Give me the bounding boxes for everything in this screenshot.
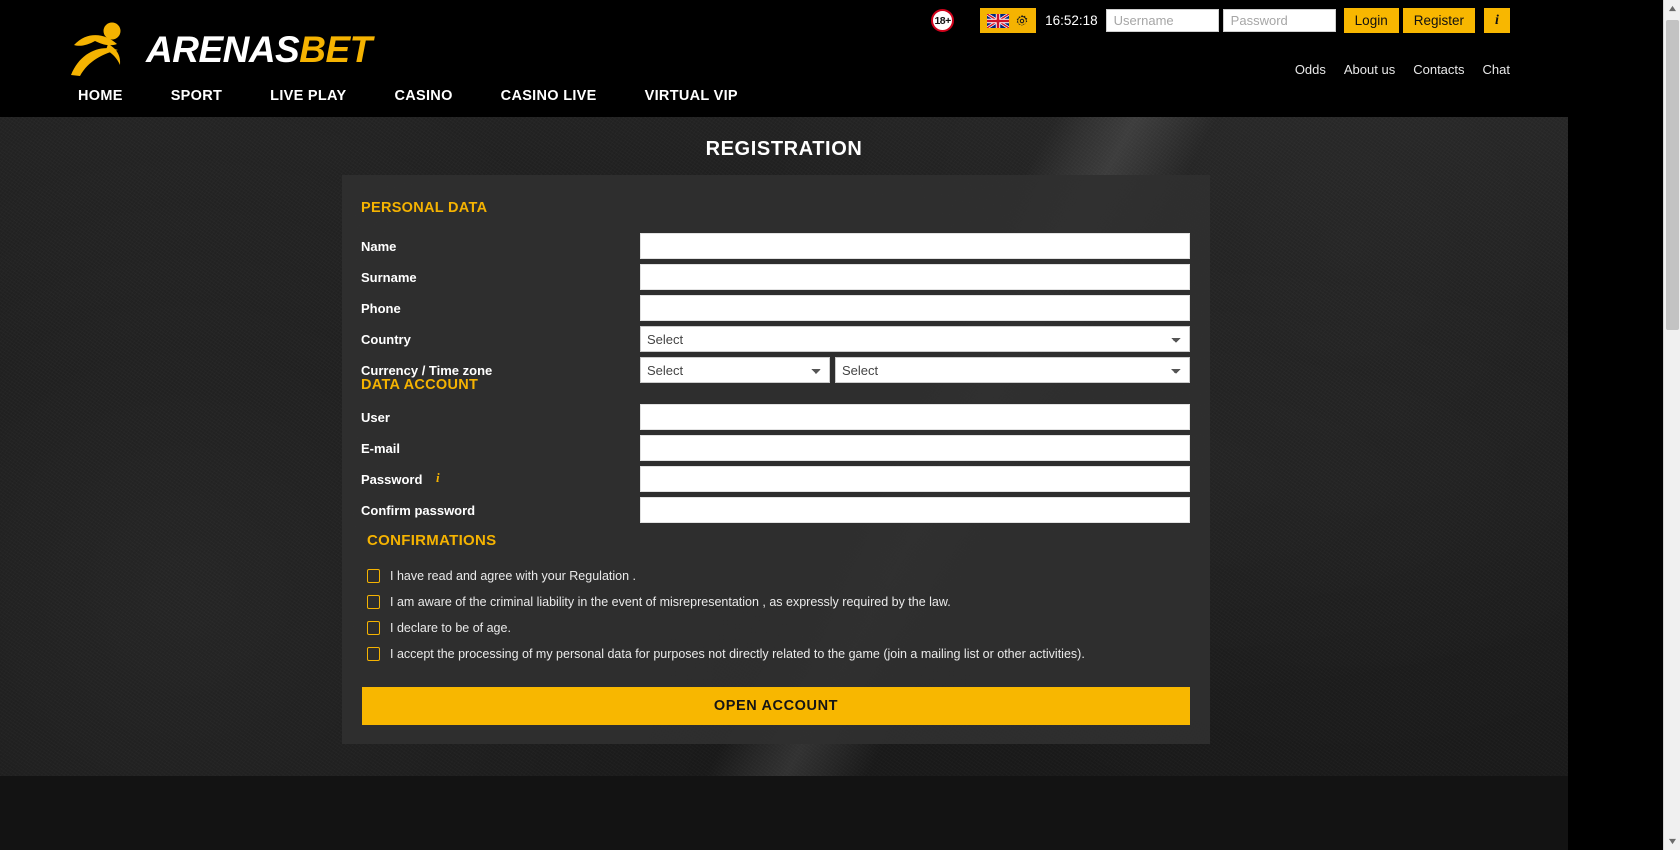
open-account-button[interactable]: OPEN ACCOUNT — [362, 687, 1190, 725]
confirmation-row-regulation: I have read and agree with your Regulati… — [367, 569, 636, 583]
checkbox-criminal-liability[interactable] — [367, 595, 380, 609]
gear-icon[interactable] — [1015, 14, 1029, 28]
scrollbar-thumb[interactable] — [1666, 20, 1679, 330]
subnav-item-odds[interactable]: Odds — [1295, 62, 1326, 77]
label-confirm-password: Confirm password — [361, 503, 476, 518]
main-nav: HOME SPORT LIVE PLAY CASINO CASINO LIVE … — [78, 88, 762, 104]
page-right-gutter — [1568, 0, 1663, 850]
subnav-item-about-us[interactable]: About us — [1344, 62, 1395, 77]
password-field-input[interactable] — [640, 466, 1190, 492]
checkbox-data-processing[interactable] — [367, 647, 380, 661]
nav-item-casino[interactable]: CASINO — [370, 88, 476, 104]
confirm-password-input[interactable] — [640, 497, 1190, 523]
currency-select[interactable]: Select — [640, 357, 830, 383]
site-logo[interactable]: ARENASBET — [68, 18, 372, 80]
header-clock: 16:52:18 — [1045, 13, 1098, 28]
phone-input[interactable] — [640, 295, 1190, 321]
surname-input[interactable] — [640, 264, 1190, 290]
scrollbar-up-arrow-icon[interactable] — [1664, 0, 1680, 17]
section-title-personal-data: PERSONAL DATA — [361, 200, 488, 216]
label-name: Name — [361, 239, 397, 254]
form-row-surname: Surname — [342, 264, 1210, 295]
label-surname: Surname — [361, 270, 417, 285]
form-row-phone: Phone — [342, 295, 1210, 326]
form-row-country: Country Select — [342, 326, 1210, 357]
label-password: Password — [361, 472, 423, 487]
timezone-select[interactable]: Select — [835, 357, 1190, 383]
page-title: REGISTRATION — [705, 138, 863, 160]
confirmation-row-criminal-liability: I am aware of the criminal liability in … — [367, 595, 951, 609]
username-input[interactable] — [1105, 9, 1219, 32]
label-email: E-mail — [361, 441, 401, 456]
checkbox-label-data-processing: I accept the processing of my personal d… — [390, 647, 1085, 661]
label-phone: Phone — [361, 301, 401, 316]
label-country: Country — [361, 332, 411, 347]
subnav-item-chat[interactable]: Chat — [1483, 62, 1510, 77]
form-row-user: User — [342, 404, 1210, 435]
secondary-nav: Odds About us Contacts Chat — [1295, 62, 1510, 77]
label-currency-timezone: Currency / Time zone — [361, 363, 493, 378]
uk-flag-icon[interactable] — [987, 13, 1010, 28]
page-root: ARENASBET 18+ 16:52:18 Username Login Re… — [0, 0, 1680, 850]
info-icon-button[interactable]: i — [1484, 8, 1510, 33]
age-restriction-badge: 18+ — [931, 9, 955, 32]
scrollbar-down-arrow-icon[interactable] — [1664, 833, 1680, 850]
password-input[interactable] — [1222, 9, 1336, 32]
nav-item-sport[interactable]: SPORT — [147, 88, 246, 104]
register-button[interactable]: Register — [1402, 8, 1475, 33]
email-input[interactable] — [640, 435, 1190, 461]
language-settings-group[interactable] — [980, 8, 1037, 33]
running-athlete-icon — [68, 20, 144, 78]
header-utility-bar: 18+ 16:52:18 Username Login Register i — [931, 8, 1510, 33]
registration-form-panel: PERSONAL DATA Name Surname Phone Country — [342, 175, 1210, 744]
login-button[interactable]: Login — [1343, 8, 1399, 33]
content-stage: REGISTRATION PERSONAL DATA Name Surname … — [0, 117, 1568, 776]
nav-item-casino-live[interactable]: CASINO LIVE — [477, 88, 621, 104]
checkbox-age[interactable] — [367, 621, 380, 635]
section-title-confirmations: CONFIRMATIONS — [367, 532, 497, 549]
user-input[interactable] — [640, 404, 1190, 430]
form-row-confirm-password: Confirm password — [342, 497, 1210, 528]
checkbox-label-criminal-liability: I am aware of the criminal liability in … — [390, 595, 951, 609]
form-row-password: Password i — [342, 466, 1210, 497]
label-user: User — [361, 410, 390, 425]
checkbox-label-age: I declare to be of age. — [390, 621, 511, 635]
form-row-name: Name — [342, 233, 1210, 264]
logo-wordmark: ARENASBET — [146, 31, 372, 68]
browser-scrollbar[interactable] — [1663, 0, 1680, 850]
confirmation-row-data-processing: I accept the processing of my personal d… — [367, 647, 1085, 661]
section-title-data-account: DATA ACCOUNT — [361, 377, 479, 393]
subnav-item-contacts[interactable]: Contacts — [1413, 62, 1464, 77]
logo-text-secondary: BET — [299, 28, 372, 70]
site-header: ARENASBET 18+ 16:52:18 Username Login Re… — [0, 0, 1568, 117]
nav-item-virtual-vip[interactable]: VIRTUAL VIP — [621, 88, 762, 104]
name-input[interactable] — [640, 233, 1190, 259]
confirmation-row-age: I declare to be of age. — [367, 621, 511, 635]
checkbox-label-regulation: I have read and agree with your Regulati… — [390, 569, 636, 583]
form-row-email: E-mail — [342, 435, 1210, 466]
logo-text-primary: ARENAS — [146, 28, 300, 70]
nav-item-live-play[interactable]: LIVE PLAY — [246, 88, 370, 104]
nav-item-home[interactable]: HOME — [78, 88, 147, 104]
password-info-icon[interactable]: i — [436, 470, 440, 486]
checkbox-regulation[interactable] — [367, 569, 380, 583]
country-select[interactable]: Select — [640, 326, 1190, 352]
footer-strip — [0, 776, 1568, 850]
